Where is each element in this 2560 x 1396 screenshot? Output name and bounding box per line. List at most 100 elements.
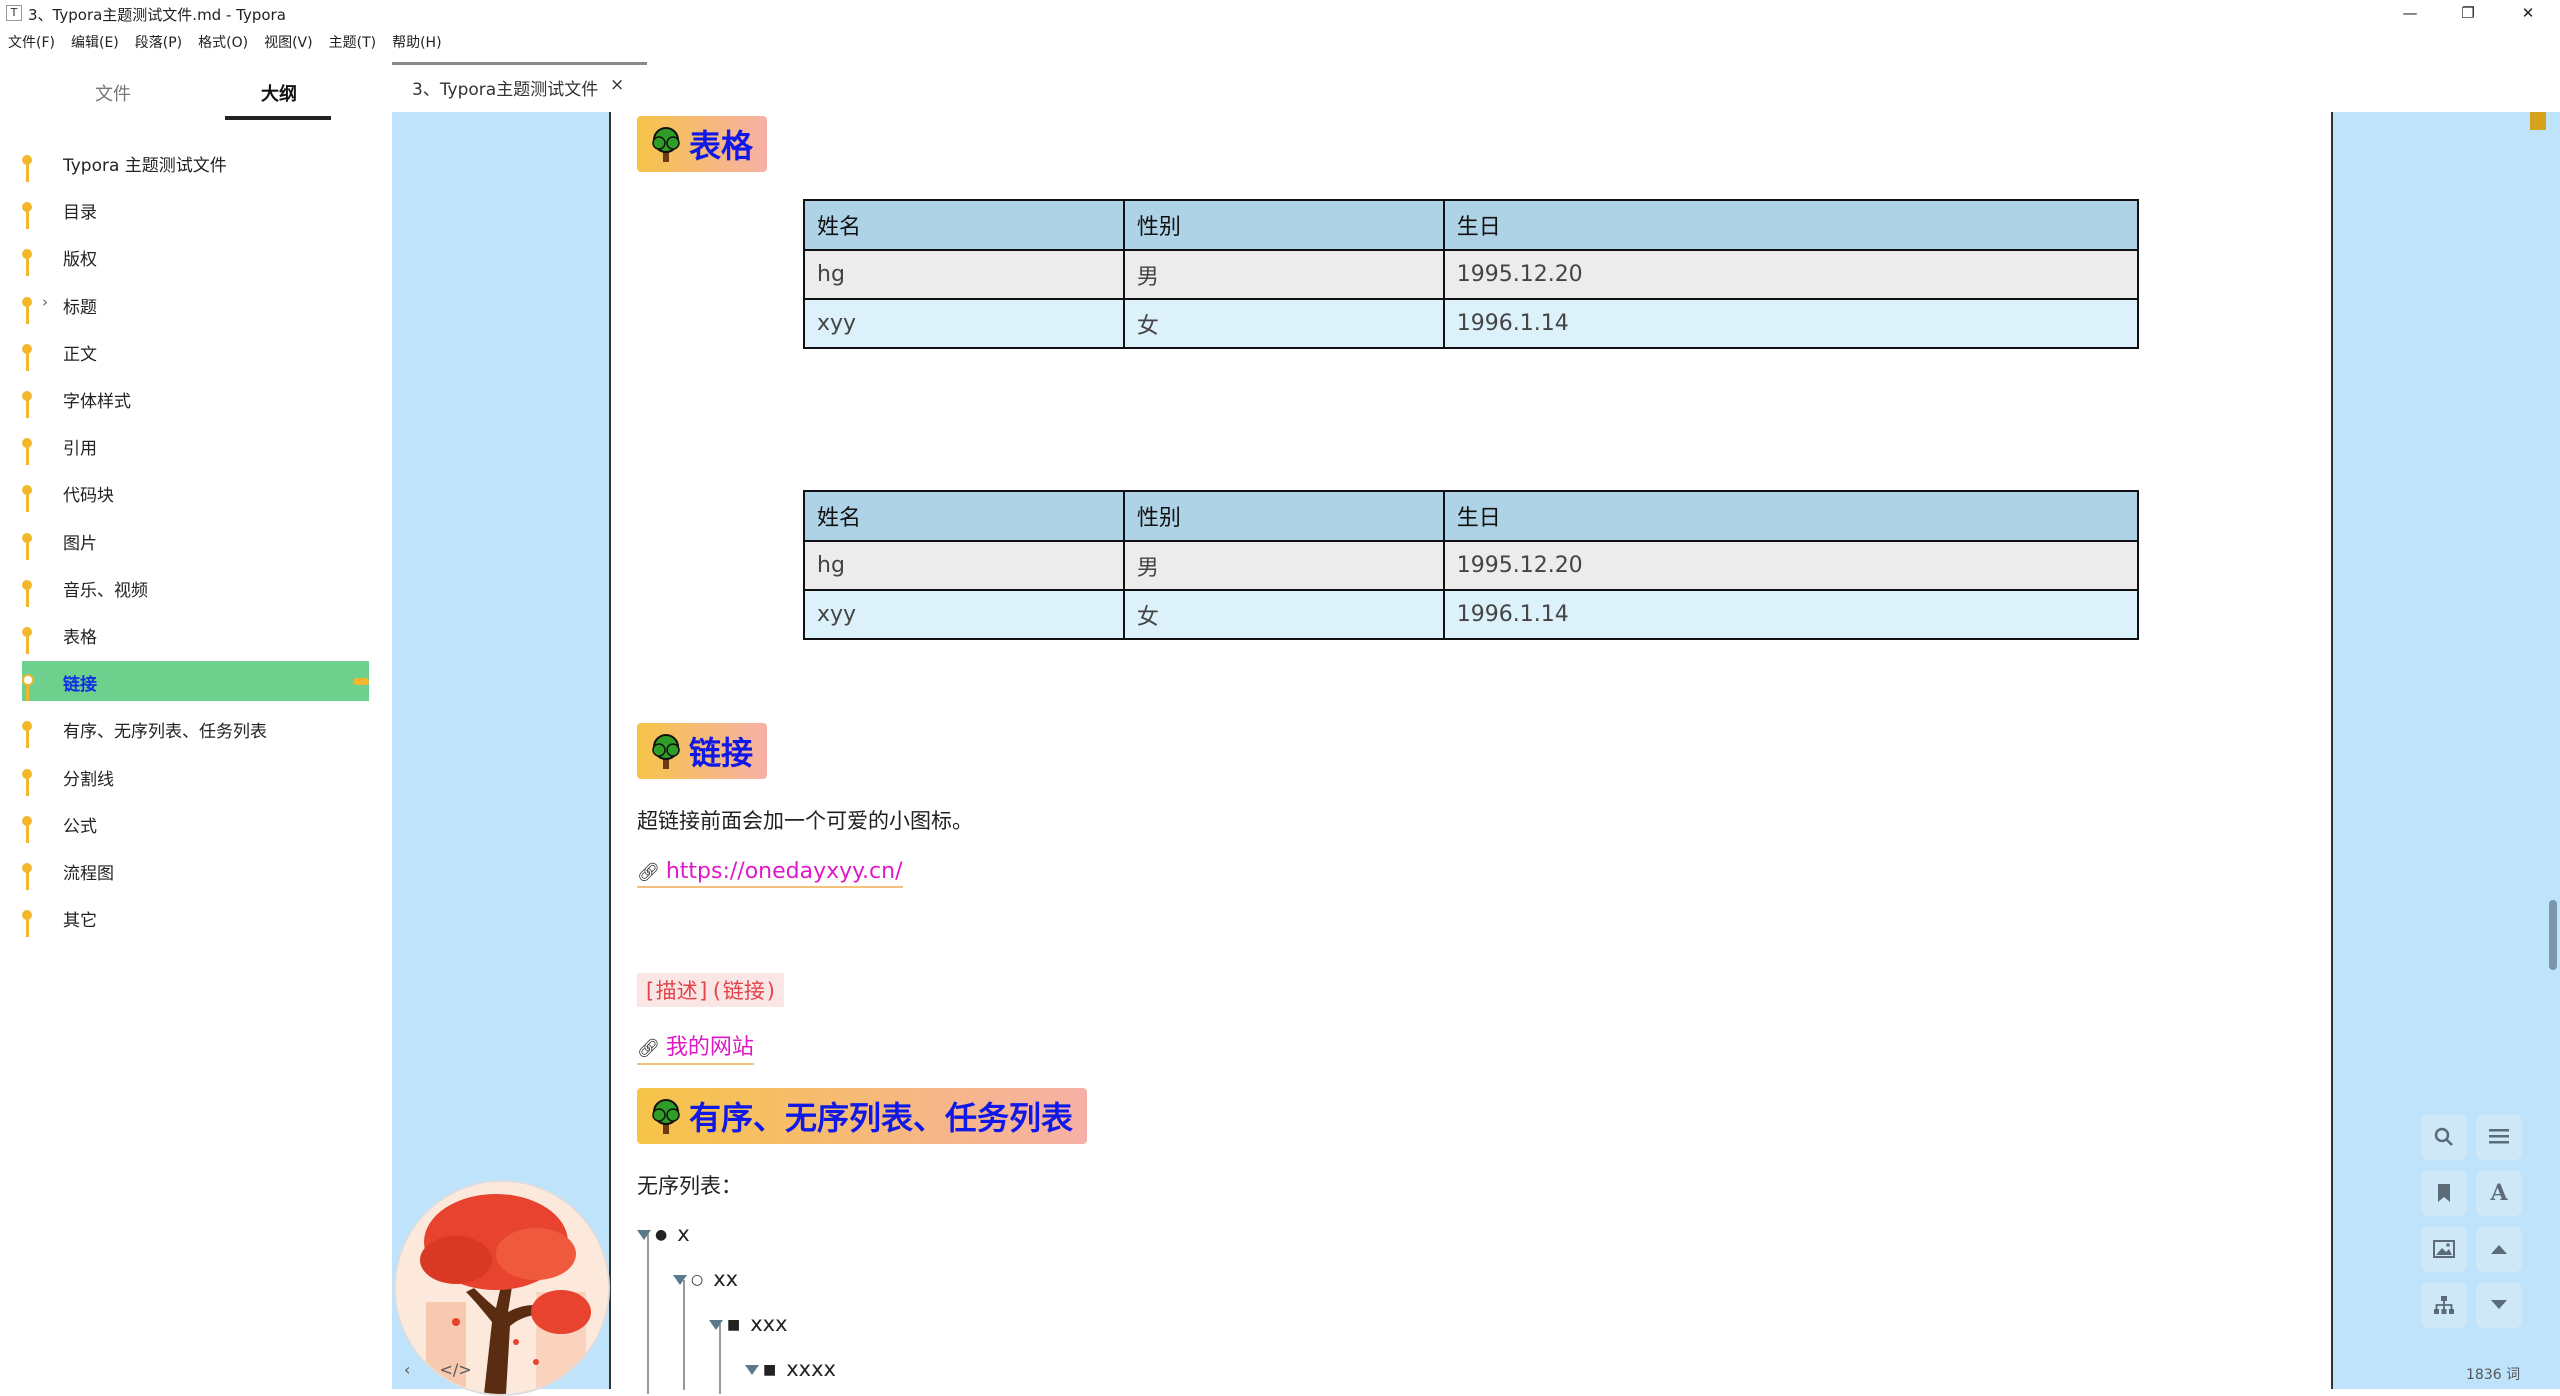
table-row: hg 男 1995.12.20 bbox=[803, 249, 2140, 300]
menu-paragraph[interactable]: 段落(P) bbox=[135, 32, 182, 58]
heading-text: 表格 bbox=[689, 127, 754, 165]
outline-item[interactable]: 音乐、视频 bbox=[22, 567, 369, 607]
table-cell[interactable]: 1996.1.14 bbox=[1442, 589, 2140, 640]
outline-item[interactable]: 目录 bbox=[22, 189, 369, 230]
table-cell[interactable]: hg bbox=[803, 540, 1125, 591]
menu-theme[interactable]: 主题(T) bbox=[329, 32, 376, 58]
menu-edit[interactable]: 编辑(E) bbox=[71, 32, 119, 58]
outline-connector bbox=[26, 445, 29, 466]
image-button[interactable] bbox=[2421, 1226, 2467, 1272]
tree-icon bbox=[652, 1099, 680, 1134]
collapse-sidebar-icon[interactable]: ‹ bbox=[404, 1360, 410, 1379]
outline-dot-icon bbox=[22, 155, 32, 165]
table-cell[interactable]: 男 bbox=[1122, 249, 1445, 300]
document-page: 表格 姓名 性别 生日 hg 男 1995.12.20 xyy 女 1996.1… bbox=[609, 112, 2333, 1394]
outline-item[interactable]: 流程图 bbox=[22, 850, 369, 890]
outline-connector bbox=[26, 256, 29, 277]
search-button[interactable] bbox=[2421, 1114, 2467, 1160]
menu-file[interactable]: 文件(F) bbox=[8, 32, 55, 58]
close-window-button[interactable]: ✕ bbox=[2500, 0, 2556, 26]
url-link[interactable]: 🔗︎ https://onedayxyy.cn/ bbox=[637, 859, 903, 888]
table-cell[interactable]: xyy bbox=[803, 589, 1125, 640]
outline-dot-icon bbox=[22, 674, 34, 687]
list-item[interactable]: ● x bbox=[637, 1222, 690, 1246]
outline-item[interactable]: › 标题 bbox=[22, 284, 369, 324]
source-mode-icon[interactable]: </> bbox=[440, 1360, 472, 1379]
tab-files[interactable]: 文件 bbox=[95, 80, 131, 106]
outline-dot-icon bbox=[22, 532, 32, 543]
outline-item[interactable]: 公式 bbox=[22, 803, 369, 843]
list-item[interactable]: ■ xxx bbox=[709, 1312, 788, 1336]
outline-dot-icon bbox=[22, 249, 32, 260]
sidebar-tabs: 文件 大纲 bbox=[0, 62, 392, 124]
outline-connector bbox=[26, 162, 29, 182]
outline-item[interactable]: 其它 bbox=[22, 897, 369, 938]
outline-connector bbox=[26, 350, 29, 371]
outline-item[interactable]: 代码块 bbox=[22, 472, 369, 513]
outline-item-label: 流程图 bbox=[63, 864, 114, 884]
tab-outline[interactable]: 大纲 bbox=[261, 80, 297, 106]
outline-item[interactable]: 字体样式 bbox=[22, 378, 369, 418]
outline-item[interactable]: 图片 bbox=[22, 520, 369, 560]
outline-item[interactable]: 链接 bbox=[22, 661, 369, 702]
outline-dot-icon bbox=[22, 863, 32, 873]
minimize-button[interactable]: — bbox=[2382, 0, 2438, 26]
table-cell[interactable]: 1996.1.14 bbox=[1442, 298, 2140, 349]
outline-connector bbox=[26, 775, 29, 796]
bookmark-button[interactable] bbox=[2421, 1170, 2467, 1216]
mindmap-button[interactable] bbox=[2421, 1282, 2467, 1328]
table-cell[interactable]: 男 bbox=[1122, 540, 1445, 591]
word-count: 1836 词 bbox=[2466, 1367, 2521, 1383]
collapse-triangle-icon[interactable] bbox=[673, 1275, 687, 1285]
list-item[interactable]: ○ xx bbox=[673, 1267, 738, 1291]
table-row: hg 男 1995.12.20 bbox=[803, 540, 2140, 591]
bullet-icon: ■ bbox=[727, 1317, 741, 1333]
table-header: 性别 bbox=[1122, 199, 1445, 251]
outline-dot-icon bbox=[22, 296, 32, 307]
list-guide-line bbox=[683, 1280, 685, 1390]
close-tab-icon[interactable]: × bbox=[610, 75, 624, 95]
list-item[interactable]: ■ xxxx bbox=[745, 1357, 836, 1381]
font-button[interactable]: A bbox=[2476, 1170, 2522, 1216]
heading-text: 有序、无序列表、任务列表 bbox=[689, 1099, 1074, 1137]
outline-item-label: 音乐、视频 bbox=[63, 580, 148, 601]
menu-help[interactable]: 帮助(H) bbox=[392, 32, 441, 58]
menu-format[interactable]: 格式(O) bbox=[198, 32, 248, 58]
chevron-right-icon[interactable]: › bbox=[42, 293, 48, 311]
scroll-up-button[interactable] bbox=[2476, 1226, 2522, 1272]
collapse-triangle-icon[interactable] bbox=[709, 1320, 723, 1330]
tree-icon bbox=[652, 734, 680, 769]
collapse-triangle-icon[interactable] bbox=[637, 1230, 651, 1240]
outline-item[interactable]: 正文 bbox=[22, 331, 369, 371]
restore-button[interactable]: ❐ bbox=[2440, 0, 2496, 26]
outline-item[interactable]: Typora 主题测试文件 bbox=[22, 142, 369, 182]
table-cell[interactable]: hg bbox=[803, 249, 1125, 300]
scroll-down-button[interactable] bbox=[2476, 1282, 2522, 1328]
outline-item-label: 图片 bbox=[63, 533, 97, 554]
list-guide-line bbox=[647, 1234, 649, 1394]
bullet-icon: ● bbox=[655, 1227, 668, 1243]
table-cell[interactable]: xyy bbox=[803, 298, 1125, 349]
heading-lists: 有序、无序列表、任务列表 bbox=[637, 1088, 1088, 1144]
collapse-triangle-icon[interactable] bbox=[745, 1365, 759, 1375]
link-description: 超链接前面会加一个可爱的小图标。 bbox=[637, 809, 973, 833]
table-cell[interactable]: 1995.12.20 bbox=[1442, 249, 2140, 300]
document-tab[interactable]: 3、Typora主题测试文件 × bbox=[392, 62, 647, 112]
table-cell[interactable]: 女 bbox=[1122, 589, 1445, 640]
scrollbar-thumb[interactable] bbox=[2549, 900, 2557, 970]
table-header: 姓名 bbox=[803, 199, 1125, 251]
outline-toggle-button[interactable] bbox=[2476, 1114, 2522, 1160]
outline-item[interactable]: 版权 bbox=[22, 236, 369, 277]
outline-item[interactable]: 引用 bbox=[22, 425, 369, 466]
table-cell[interactable]: 女 bbox=[1122, 298, 1445, 349]
heading-text: 链接 bbox=[689, 734, 754, 772]
outline-connector bbox=[26, 728, 29, 749]
outline-dot-icon bbox=[22, 721, 32, 732]
outline-item[interactable]: 有序、无序列表、任务列表 bbox=[22, 708, 369, 749]
site-link[interactable]: 🔗︎ 我的网站 bbox=[637, 1029, 754, 1065]
outline-item[interactable]: 表格 bbox=[22, 614, 369, 654]
table-cell[interactable]: 1995.12.20 bbox=[1442, 540, 2140, 591]
menu-view[interactable]: 视图(V) bbox=[264, 32, 313, 58]
outline-item[interactable]: 分割线 bbox=[22, 756, 369, 796]
outline-item-label: 版权 bbox=[63, 250, 97, 271]
